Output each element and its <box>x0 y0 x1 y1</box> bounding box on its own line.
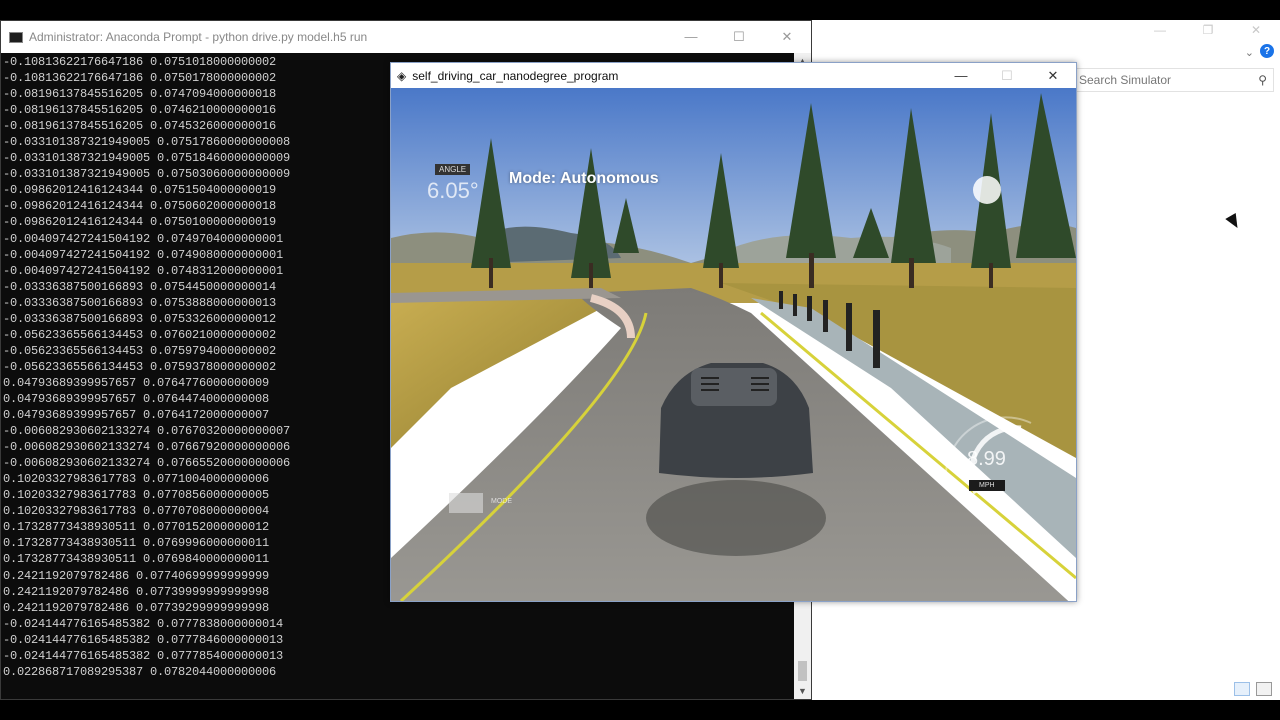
console-line: 0.2421192079782486 0.07739299999999998 <box>3 600 270 615</box>
explorer-minimize-button[interactable]: — <box>1136 20 1184 40</box>
console-line: -0.024144776165485382 0.0777838000000014 <box>3 616 284 631</box>
mode-toggle-button[interactable] <box>449 493 483 513</box>
unity-icon: ◈ <box>397 68 407 83</box>
angle-value: 6.05° <box>427 178 479 203</box>
desktop: — ❐ ✕ ⌄ ? ⚲ Administrator: Anaconda Prom… <box>0 0 1280 720</box>
console-line: -0.024144776165485382 0.0777854000000013 <box>3 648 284 663</box>
details-view-icon[interactable] <box>1234 682 1250 696</box>
simulator-viewport[interactable]: ANGLE 6.05° Mode: Autonomous 8.99 MPH MO… <box>391 88 1076 601</box>
car-shadow <box>646 480 826 556</box>
explorer-close-button[interactable]: ✕ <box>1232 20 1280 40</box>
simulator-close-button[interactable]: ✕ <box>1030 68 1076 84</box>
console-close-button[interactable]: ✕ <box>763 29 811 45</box>
search-input[interactable] <box>1079 73 1249 87</box>
explorer-window-controls: — ❐ ✕ <box>1136 20 1280 40</box>
console-app-icon <box>9 31 23 43</box>
view-toggle-group <box>1234 682 1272 696</box>
speed-value: 8.99 <box>967 448 1006 470</box>
angle-label: ANGLE <box>435 164 471 175</box>
console-maximize-button[interactable]: ☐ <box>715 29 763 45</box>
console-titlebar[interactable]: Administrator: Anaconda Prompt - python … <box>1 21 811 53</box>
mode-status: Mode: Autonomous <box>509 170 659 187</box>
simulator-title: self_driving_car_nanodegree_program <box>412 68 619 83</box>
console-minimize-button[interactable]: — <box>667 29 715 45</box>
simulator-titlebar[interactable]: ◈ self_driving_car_nanodegree_program — … <box>391 63 1076 88</box>
large-icons-view-icon[interactable] <box>1256 682 1272 696</box>
simulator-minimize-button[interactable]: — <box>938 68 984 84</box>
simulator-window: ◈ self_driving_car_nanodegree_program — … <box>390 62 1077 602</box>
search-icon[interactable]: ⚲ <box>1258 73 1267 87</box>
mode-toggle-label: MODE <box>491 498 512 505</box>
console-line: 0.022868717089295387 0.0782044000000006 <box>3 664 277 679</box>
help-icon[interactable]: ? <box>1260 44 1274 58</box>
speed-unit: MPH <box>969 480 1005 491</box>
driving-scene <box>391 88 1076 601</box>
mouse-cursor-icon <box>1225 212 1243 232</box>
car-roof <box>691 368 777 406</box>
search-box[interactable]: ⚲ <box>1074 68 1274 92</box>
console-title: Administrator: Anaconda Prompt - python … <box>29 30 368 44</box>
ribbon-chevron-icon[interactable]: ⌄ <box>1245 46 1254 59</box>
scroll-thumb[interactable] <box>798 661 807 681</box>
sun-glow <box>973 176 1001 204</box>
simulator-maximize-button[interactable]: ☐ <box>984 68 1030 84</box>
console-line: -0.024144776165485382 0.0777846000000013 <box>3 632 284 647</box>
explorer-restore-button[interactable]: ❐ <box>1184 20 1232 40</box>
scroll-down-icon[interactable]: ▼ <box>794 683 811 699</box>
